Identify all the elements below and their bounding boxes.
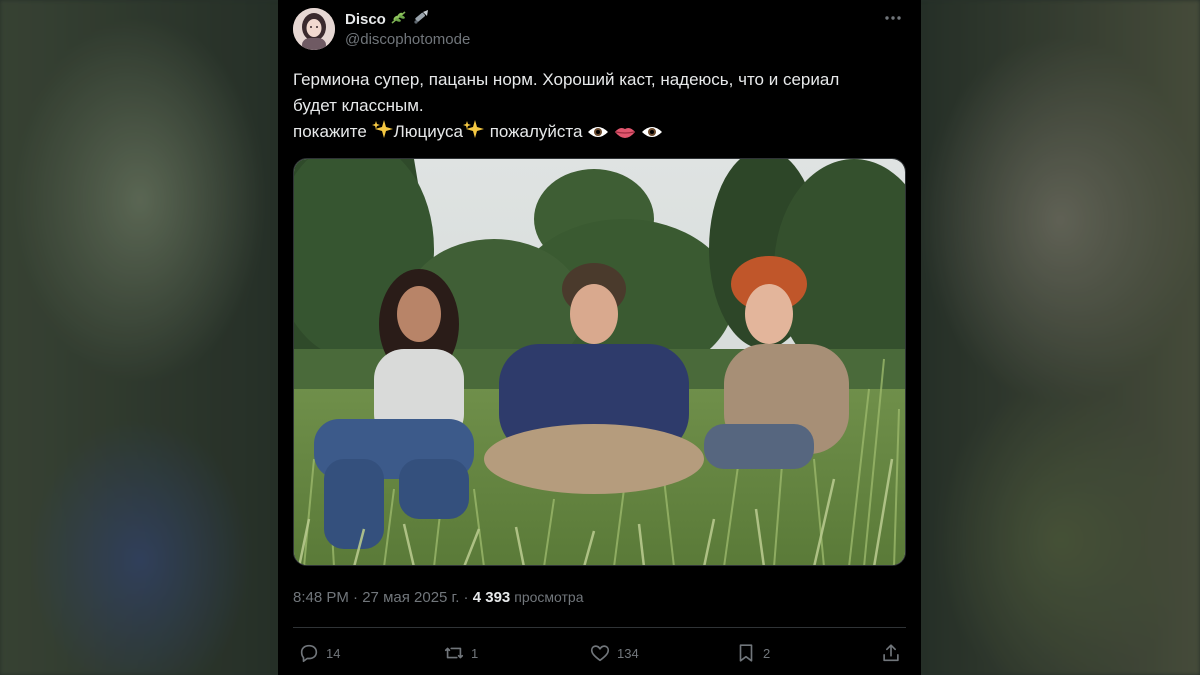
share-button[interactable] (880, 638, 902, 668)
meta-separator: · (459, 589, 473, 606)
tweet-meta: 8:48 PM · 27 мая 2025 г. · 4 393 просмот… (293, 589, 584, 606)
like-count: 134 (617, 645, 639, 661)
tweet-date[interactable]: 27 мая 2025 г. (362, 589, 459, 606)
reply-count: 14 (326, 645, 341, 661)
tweet-text-line-2: будет классным. (293, 96, 424, 115)
retweet-button[interactable]: 1 (443, 638, 478, 668)
retweet-count: 1 (471, 645, 479, 661)
herb-emoji-icon (390, 9, 408, 29)
eye-icon (587, 121, 609, 147)
sparkles-icon (371, 119, 394, 147)
eye-icon (641, 121, 663, 147)
sparkles-icon (462, 119, 485, 147)
display-name-text: Disco (345, 10, 386, 28)
user-handle[interactable]: @discophotomode (345, 31, 470, 48)
tweet-photo[interactable] (293, 158, 906, 566)
lips-icon (614, 121, 636, 147)
share-icon (883, 644, 899, 662)
tweet-card: Disco @discophotomode Гермиона супер, па… (278, 0, 921, 675)
views-label: просмотра (514, 589, 584, 605)
retweet-icon (444, 647, 464, 659)
reply-icon (300, 644, 318, 663)
bookmark-button[interactable]: 2 (735, 638, 770, 668)
tweet-text-line-3: покажите Люциуса пожалуйста (293, 119, 903, 147)
tweet-text: Гермиона супер, пацаны норм. Хороший кас… (293, 67, 903, 147)
text-segment: пожалуйста (484, 122, 588, 141)
views-count: 4 393 (472, 589, 511, 606)
reply-button[interactable]: 14 (298, 638, 340, 668)
text-segment: покажите (293, 122, 372, 141)
avatar[interactable] (293, 8, 335, 50)
tweet-time[interactable]: 8:48 PM (293, 589, 349, 606)
tweet-actions: 14 1 134 2 (293, 638, 906, 668)
display-name[interactable]: Disco (345, 9, 430, 29)
bookmark-icon (739, 644, 753, 662)
text-segment-name: Люциуса (393, 122, 463, 141)
flashlight-emoji-icon (412, 9, 430, 29)
divider (293, 627, 906, 628)
ellipsis-icon (885, 16, 901, 20)
like-button[interactable]: 134 (589, 638, 639, 668)
heart-icon (590, 645, 610, 662)
bookmark-count: 2 (763, 645, 771, 661)
meta-separator: · (348, 589, 363, 606)
more-options-button[interactable] (881, 8, 905, 28)
tweet-text-line-1: Гермиона супер, пацаны норм. Хороший кас… (293, 70, 840, 89)
photo-illustration (294, 159, 905, 565)
